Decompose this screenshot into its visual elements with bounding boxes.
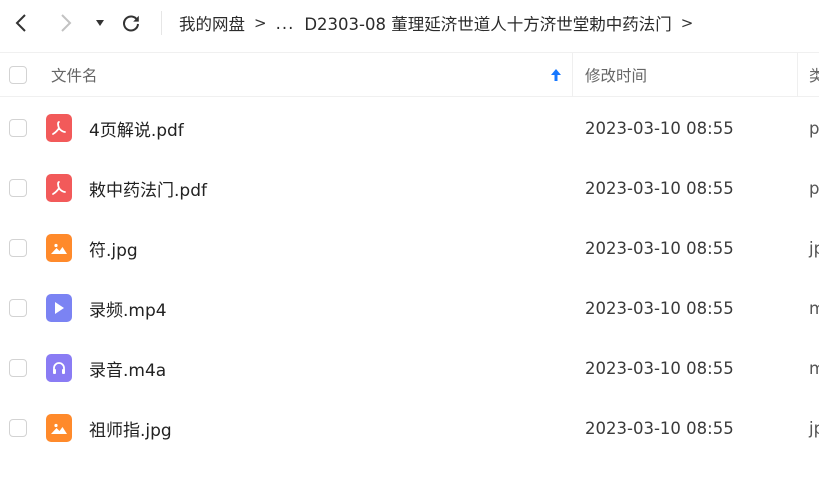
column-header-modified[interactable]: 修改时间	[585, 53, 795, 97]
column-divider[interactable]	[797, 53, 798, 97]
file-name[interactable]: 敕中药法门.pdf	[89, 158, 207, 218]
sort-up-arrow-icon[interactable]	[549, 67, 563, 83]
caret-down-icon	[96, 20, 104, 26]
pdf-icon	[46, 174, 72, 202]
file-type: jp	[809, 238, 819, 258]
file-modified-time: 2023-03-10 08:55	[585, 118, 734, 138]
column-divider[interactable]	[572, 53, 573, 97]
file-modified-time: 2023-03-10 08:55	[585, 298, 734, 318]
file-name[interactable]: 符.jpg	[89, 218, 138, 278]
row-checkbox[interactable]	[9, 179, 27, 197]
image-icon	[46, 414, 72, 442]
table-row[interactable]: 符.jpg 2023-03-10 08:55 jp	[0, 218, 819, 278]
back-button[interactable]	[8, 9, 34, 37]
pdf-icon	[46, 114, 72, 142]
file-type: p	[809, 118, 819, 138]
history-dropdown-button[interactable]	[92, 15, 108, 31]
file-type: m	[809, 358, 819, 378]
forward-button[interactable]	[53, 9, 79, 37]
file-list: 4页解说.pdf 2023-03-10 08:55 p 敕中药法门.pdf 20…	[0, 98, 819, 458]
row-checkbox[interactable]	[9, 359, 27, 377]
table-header: 文件名 修改时间 类	[0, 52, 819, 97]
table-row[interactable]: 录音.m4a 2023-03-10 08:55 m	[0, 338, 819, 398]
row-checkbox[interactable]	[9, 299, 27, 317]
table-row[interactable]: 敕中药法门.pdf 2023-03-10 08:55 p	[0, 158, 819, 218]
table-row[interactable]: 录频.mp4 2023-03-10 08:55 m	[0, 278, 819, 338]
breadcrumb-trailing-separator[interactable]: >	[681, 14, 694, 32]
file-type: p	[809, 178, 819, 198]
image-icon	[46, 234, 72, 262]
file-name[interactable]: 录频.mp4	[89, 278, 167, 338]
row-checkbox[interactable]	[9, 239, 27, 257]
breadcrumb: 我的网盘 > ... D2303-08 董理延济世道人十方济世堂勅中药法门 >	[179, 0, 702, 46]
file-name[interactable]: 4页解说.pdf	[89, 98, 184, 158]
breadcrumb-separator: >	[254, 14, 267, 32]
file-modified-time: 2023-03-10 08:55	[585, 358, 734, 378]
breadcrumb-ellipsis[interactable]: ...	[276, 14, 295, 33]
chevron-right-icon	[61, 14, 72, 32]
select-all-checkbox[interactable]	[9, 66, 27, 84]
file-type: jp	[809, 418, 819, 438]
file-modified-time: 2023-03-10 08:55	[585, 238, 734, 258]
table-row[interactable]: 4页解说.pdf 2023-03-10 08:55 p	[0, 98, 819, 158]
chevron-left-icon	[15, 14, 26, 32]
file-modified-time: 2023-03-10 08:55	[585, 178, 734, 198]
audio-icon	[46, 354, 72, 382]
file-name[interactable]: 录音.m4a	[89, 338, 166, 398]
toolbar: 我的网盘 > ... D2303-08 董理延济世道人十方济世堂勅中药法门 >	[0, 0, 819, 46]
row-checkbox[interactable]	[9, 419, 27, 437]
breadcrumb-current[interactable]: D2303-08 董理延济世道人十方济世堂勅中药法门	[304, 11, 671, 35]
file-modified-time: 2023-03-10 08:55	[585, 418, 734, 438]
row-checkbox[interactable]	[9, 119, 27, 137]
column-header-name[interactable]: 文件名	[51, 53, 571, 97]
toolbar-divider	[161, 11, 162, 35]
refresh-button[interactable]	[118, 10, 144, 36]
column-header-type[interactable]: 类	[809, 53, 819, 97]
table-row[interactable]: 祖师指.jpg 2023-03-10 08:55 jp	[0, 398, 819, 458]
file-name[interactable]: 祖师指.jpg	[89, 398, 172, 458]
refresh-icon	[123, 15, 139, 32]
breadcrumb-root[interactable]: 我的网盘	[179, 11, 245, 35]
video-icon	[46, 294, 72, 322]
file-type: m	[809, 298, 819, 318]
